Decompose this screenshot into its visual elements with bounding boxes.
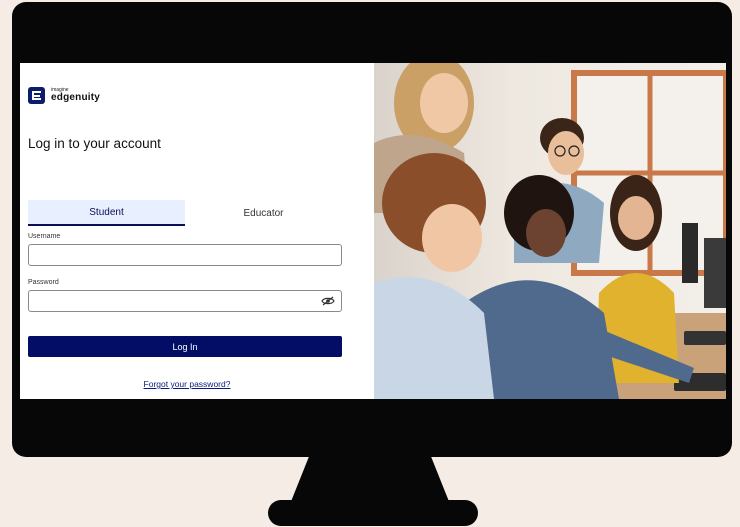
- tab-student[interactable]: Student: [28, 200, 185, 226]
- login-button[interactable]: Log In: [28, 336, 342, 357]
- role-tabs: Student Educator: [28, 200, 342, 226]
- password-label: Password: [28, 279, 59, 286]
- students-photo: [374, 63, 726, 399]
- forgot-password-link[interactable]: Forgot your password?: [20, 379, 354, 389]
- tab-educator[interactable]: Educator: [185, 200, 342, 226]
- monitor-screen: imagine edgenuity Log in to your account…: [20, 63, 726, 399]
- login-panel: imagine edgenuity Log in to your account…: [20, 63, 374, 399]
- username-label: Username: [28, 233, 61, 240]
- monitor-base: [268, 500, 478, 526]
- monitor-stand: [290, 456, 450, 504]
- brand-logo: imagine edgenuity: [28, 87, 100, 104]
- edgenuity-logo-icon: [28, 87, 45, 104]
- password-input[interactable]: [28, 290, 342, 312]
- students-illustration: [374, 63, 726, 399]
- brand-name: edgenuity: [51, 92, 101, 103]
- eye-slash-icon[interactable]: [321, 296, 335, 306]
- username-input[interactable]: [28, 244, 342, 266]
- page-title: Log in to your account: [28, 136, 161, 151]
